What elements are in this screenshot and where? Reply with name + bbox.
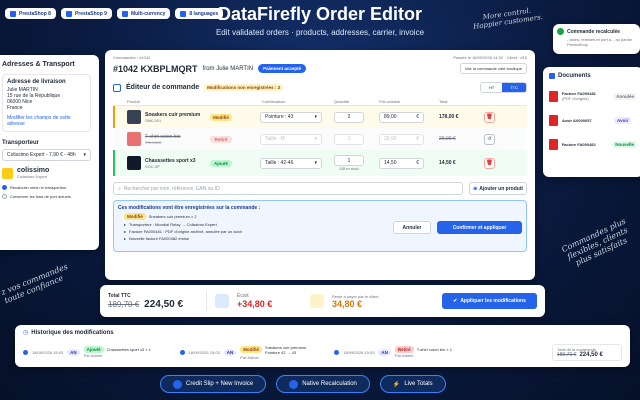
address-transport-panel: Adresses & Transport Adresse de livraiso…	[0, 55, 99, 250]
avatar: AN	[67, 348, 80, 356]
hand-note-right: Commandes plus flexibles, clients plus s…	[560, 216, 630, 268]
chevron-down-icon: ▾	[83, 152, 86, 158]
documents-panel: Documents Facture FA000481 (PDF d'origine…	[543, 67, 640, 177]
row-badge: Ajouté	[210, 159, 232, 167]
truck-icon: ▸	[124, 222, 127, 227]
price-input: 29,90 €	[379, 133, 424, 145]
wallet-icon	[310, 294, 324, 308]
price-input[interactable]: 89,00 €	[379, 111, 424, 123]
feature-pill-credit-slip: Credit Slip + New Invoice	[160, 375, 267, 393]
product-thumbnail	[127, 110, 141, 124]
hand-note-top: More control. Happier customers.	[472, 6, 544, 31]
row-badge: Modifié	[210, 113, 232, 121]
product-thumbnail	[127, 156, 141, 170]
quantity-input[interactable]: 2	[334, 111, 364, 123]
tag-prestashop-8: PrestaShop 8	[5, 8, 56, 19]
prestashop-icon	[65, 10, 72, 17]
edit-address-link[interactable]: Modifier les champs de cette adresse	[7, 115, 86, 127]
carrier-select[interactable]: Colissimo Expert - 7,90 € - 48h ▾	[2, 149, 91, 161]
price-input[interactable]: 14,50 €	[379, 157, 424, 169]
folder-icon	[549, 73, 555, 79]
combination-select: Taille : M ▾	[260, 133, 322, 145]
order-title: #1042 KXBPLMQRT	[113, 63, 198, 74]
history-panel: ◷ Historique des modifications 18/09/2026…	[15, 325, 630, 367]
delete-row-button[interactable]: 🗑	[484, 157, 495, 169]
pdf-icon	[549, 138, 558, 150]
recalc-toast: Commande recalculée - taxes, remises et …	[553, 24, 640, 54]
document-item[interactable]: Facture FA000482 Nouvelle	[549, 137, 637, 151]
colissimo-logo	[2, 167, 13, 179]
ttc-toggle[interactable]: TTC	[502, 83, 526, 92]
status-badge[interactable]: Paiement accepté	[258, 64, 307, 73]
check-icon	[557, 28, 564, 35]
avatar: AN	[378, 348, 391, 356]
delete-row-button[interactable]: 🗑	[484, 111, 495, 123]
box-icon	[113, 83, 121, 92]
document-icon: ▸	[124, 236, 127, 241]
hero-subtitle: Edit validated orders · products, addres…	[215, 28, 425, 37]
clock-icon: ◷	[23, 330, 29, 336]
product-search-input[interactable]: ⌕ Rechercher par nom, référence, EAN ou I…	[113, 182, 463, 195]
feature-pill-recalc: Native Recalculation	[276, 375, 370, 393]
confirm-button[interactable]: Confirmer et appliquer	[437, 221, 522, 234]
language-icon	[180, 10, 187, 17]
combination-select[interactable]: Pointure : 43 ▾	[260, 111, 322, 123]
plus-icon: ⊕	[473, 185, 478, 192]
table-row: T-shirt coton bio TSH-BIO Retiré Taille :…	[113, 128, 527, 150]
pdf-icon	[549, 114, 558, 126]
quantity-input[interactable]: 1	[334, 155, 364, 166]
feature-pill-live-totals: ⚡ Live Totals	[379, 375, 446, 393]
check-icon: ✔	[453, 298, 458, 304]
avatar: AN	[223, 348, 237, 356]
radio-recalc[interactable]	[2, 185, 7, 190]
totals-bar: Total TTC 189,70 €224,50 € Écart +34,80 € …	[100, 285, 545, 317]
quantity-input: 1	[334, 133, 364, 145]
unsaved-badge: Modifications non enregistrées : 3	[204, 84, 284, 91]
changes-summary: Ces modifications vont être enregistrées…	[113, 200, 527, 252]
undo-icon[interactable]: ↺	[484, 133, 495, 145]
gear-icon	[289, 379, 299, 389]
document-item[interactable]: Avoir AV000057 Avoir	[549, 113, 637, 127]
hand-note-left: z vos commandes toute confiance	[0, 261, 70, 306]
table-row: Chaussettes sport x3 SOC-3P Ajouté Taille…	[113, 150, 527, 176]
document-icon: ▸	[124, 229, 127, 234]
pdf-icon	[549, 90, 558, 102]
combination-select[interactable]: Taille : 42-46 ▾	[260, 157, 322, 169]
apply-changes-button[interactable]: ✔ Appliquer les modifications	[442, 293, 537, 309]
hero-title: DataFirefly Order Editor	[217, 4, 423, 24]
breadcrumb[interactable]: Commandes › #1042	[113, 55, 150, 60]
ht-toggle[interactable]: HT	[481, 83, 502, 92]
radio-keep[interactable]	[2, 194, 7, 199]
search-icon: ⌕	[118, 185, 121, 192]
table-row: Sneakers cuir premium SNK-001 Modifié Poi…	[113, 106, 527, 128]
invoice-icon	[173, 379, 182, 389]
product-thumbnail	[127, 132, 141, 146]
add-product-button[interactable]: ⊕ Ajouter un produit	[469, 182, 527, 195]
tag-prestashop-9: PrestaShop 9	[60, 8, 112, 19]
trend-icon	[215, 294, 229, 308]
row-badge: Retiré	[210, 135, 232, 143]
currency-icon	[121, 10, 128, 17]
document-item[interactable]: Facture FA000481 (PDF d'origine) Annulée	[549, 87, 637, 105]
bolt-icon: ⚡	[392, 381, 401, 388]
cancel-button[interactable]: Annuler	[393, 221, 431, 234]
prestashop-icon	[10, 10, 16, 17]
tag-multi-currency: Multi-currency	[116, 8, 171, 19]
order-editor-card: Commandes › #1042 Passée le 18/09/2026 14…	[105, 50, 535, 280]
view-shop-link[interactable]: Voir la commande côté boutique	[459, 63, 527, 74]
